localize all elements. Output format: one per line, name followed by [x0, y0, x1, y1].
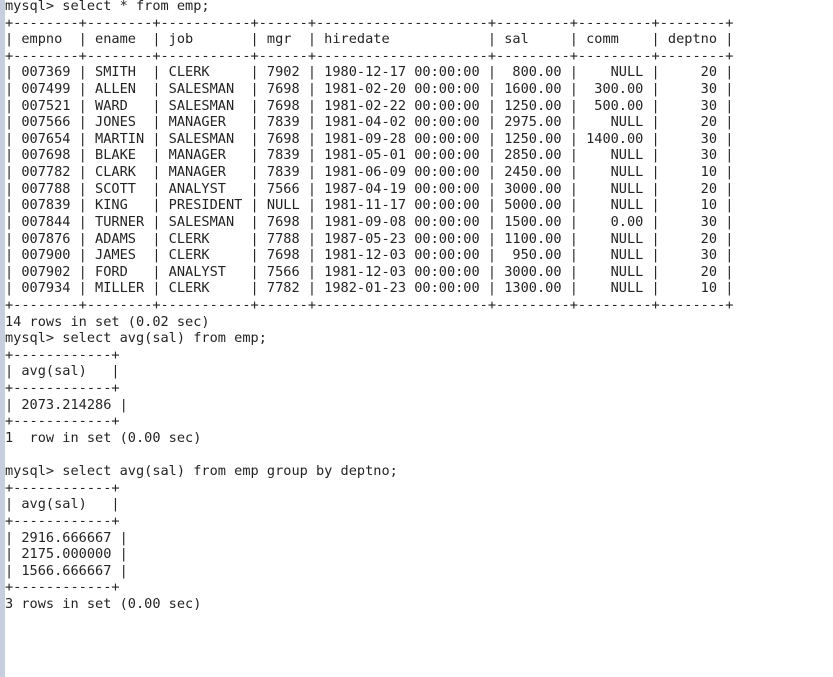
table-rule-bottom: +--------+--------+-----------+------+--…	[5, 296, 734, 313]
table-row: | 007934 | MILLER | CLERK | 7782 | 1982-…	[5, 280, 734, 297]
table-header-row: | avg(sal) |	[5, 496, 120, 513]
status-line-query-2: 1 row in set (0.00 sec)	[5, 429, 202, 446]
table-row: | 007788 | SCOTT | ANALYST | 7566 | 1987…	[5, 180, 734, 197]
table-rule-top: +------------+	[5, 479, 120, 496]
status-line-query-3: 3 rows in set (0.00 sec)	[5, 595, 202, 612]
table-row: | 2175.000000 |	[5, 546, 128, 563]
table-rule-top: +--------+--------+-----------+------+--…	[5, 14, 734, 31]
table-row: | 007566 | JONES | MANAGER | 7839 | 1981…	[5, 114, 734, 131]
status-line-query-1: 14 rows in set (0.02 sec)	[5, 313, 210, 330]
table-row: | 007876 | ADAMS | CLERK | 7788 | 1987-0…	[5, 230, 734, 247]
table-row: | 007654 | MARTIN | SALESMAN | 7698 | 19…	[5, 130, 734, 147]
table-row: | 2916.666667 |	[5, 529, 128, 546]
table-rule-mid: +------------+	[5, 380, 120, 397]
command-line-query-2[interactable]: mysql> select avg(sal) from emp;	[5, 330, 833, 347]
table-row: | 007839 | KING | PRESIDENT | NULL | 198…	[5, 197, 734, 214]
table-row: | 007698 | BLAKE | MANAGER | 7839 | 1981…	[5, 147, 734, 164]
table-rule-top: +------------+	[5, 346, 120, 363]
table-row: | 2073.214286 |	[5, 396, 128, 413]
table-rule-bottom: +------------+	[5, 413, 120, 430]
table-row: | 007499 | ALLEN | SALESMAN | 7698 | 198…	[5, 81, 734, 98]
command-line-query-1[interactable]: mysql> select * from emp;	[5, 0, 833, 15]
table-row: | 1566.666667 |	[5, 562, 128, 579]
table-rule-mid: +------------+	[5, 512, 120, 529]
table-header-row: | empno | ename | job | mgr | hiredate |…	[5, 31, 734, 48]
terminal-console-output[interactable]: mysql> select * from emp; +--------+-----…	[5, 0, 833, 613]
table-rule-bottom: +------------+	[5, 579, 120, 596]
table-header-row: | avg(sal) |	[5, 363, 120, 380]
table-row: | 007902 | FORD | ANALYST | 7566 | 1981-…	[5, 263, 734, 280]
table-rule-mid: +--------+--------+-----------+------+--…	[5, 47, 734, 64]
table-row: | 007844 | TURNER | SALESMAN | 7698 | 19…	[5, 213, 734, 230]
table-row: | 007900 | JAMES | CLERK | 7698 | 1981-1…	[5, 247, 734, 264]
table-row: | 007782 | CLARK | MANAGER | 7839 | 1981…	[5, 164, 734, 181]
table-row: | 007369 | SMITH | CLERK | 7902 | 1980-1…	[5, 64, 734, 81]
mysql-terminal[interactable]: mysql> select * from emp; +--------+-----…	[0, 0, 833, 677]
table-row: | 007521 | WARD | SALESMAN | 7698 | 1981…	[5, 97, 734, 114]
command-line-query-3[interactable]: mysql> select avg(sal) from emp group by…	[5, 463, 833, 480]
